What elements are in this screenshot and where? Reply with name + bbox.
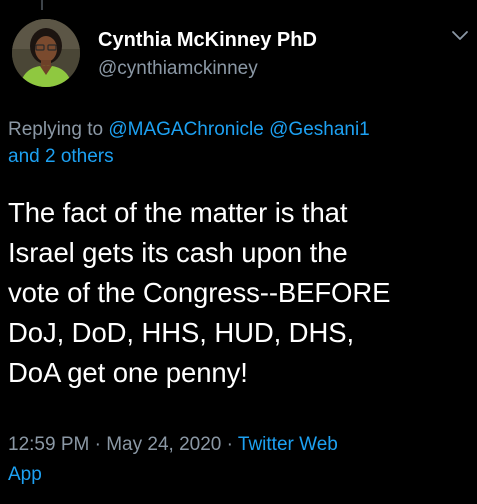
- meta-separator: ·: [226, 434, 233, 455]
- tweet-text-line: Israel gets its cash upon the: [8, 237, 348, 268]
- meta-separator: ·: [94, 434, 101, 455]
- and-others-link[interactable]: and 2 others: [8, 146, 114, 167]
- tweet-text-line: vote of the Congress--BEFORE: [8, 277, 391, 308]
- author-avatar[interactable]: [12, 19, 80, 87]
- author-display-name[interactable]: Cynthia McKinney PhD: [98, 29, 317, 52]
- tweet-body: The fact of the matter is that Israel ge…: [8, 193, 473, 393]
- tweet-text-line: DoA get one penny!: [8, 357, 248, 388]
- tweet-date[interactable]: May 24, 2020: [106, 434, 221, 455]
- tweet-source-link-continued[interactable]: App: [8, 464, 42, 485]
- chevron-down-icon[interactable]: [450, 28, 470, 44]
- replying-to-label: Replying to: [8, 119, 104, 140]
- mention-link-magachronicle[interactable]: @MAGAChronicle: [108, 119, 264, 140]
- tweet-time[interactable]: 12:59 PM: [8, 434, 89, 455]
- author-handle[interactable]: @cynthiamckinney: [98, 58, 258, 80]
- mention-link-geshani1[interactable]: @Geshani1: [269, 119, 370, 140]
- tweet-text-line: DoJ, DoD, HHS, HUD, DHS,: [8, 317, 354, 348]
- tweet-metadata: 12:59 PM · May 24, 2020 · Twitter Web Ap…: [8, 430, 448, 490]
- replying-to-line: Replying to @MAGAChronicle @Geshani1 and…: [8, 116, 468, 170]
- avatar-photo-icon: [12, 19, 80, 87]
- tweet-source-link[interactable]: Twitter Web: [238, 434, 338, 455]
- thread-connector-line: [41, 0, 43, 10]
- tweet-text-line: The fact of the matter is that: [8, 197, 348, 228]
